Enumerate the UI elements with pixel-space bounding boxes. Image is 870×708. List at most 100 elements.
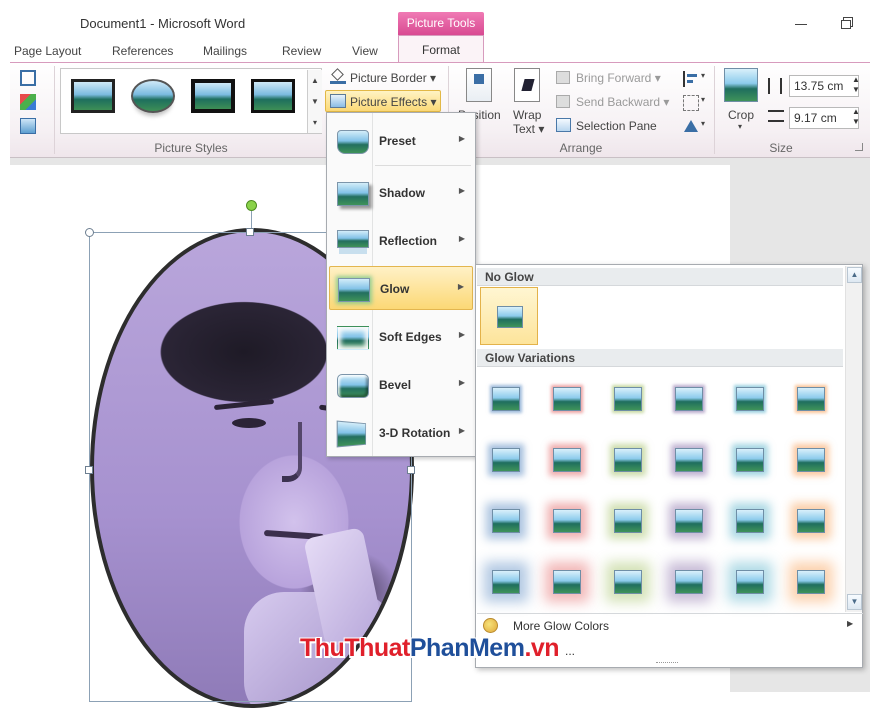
wrap-text-icon[interactable] bbox=[514, 68, 540, 102]
tab-review[interactable]: Review bbox=[282, 44, 321, 58]
glow-variation-option[interactable] bbox=[781, 552, 841, 612]
size-dialog-launcher-icon[interactable] bbox=[855, 143, 863, 151]
glow-variation-option[interactable] bbox=[598, 552, 658, 612]
width-spinner[interactable]: ▲ ▼ bbox=[851, 107, 861, 129]
glow-variation-option[interactable] bbox=[659, 491, 719, 551]
scroll-up-button[interactable]: ▲ bbox=[847, 267, 862, 283]
menu-item-shadow[interactable]: Shadow ▶ bbox=[329, 171, 473, 215]
glow-variation-option[interactable] bbox=[476, 430, 536, 490]
rotate-dropdown[interactable]: ▾ bbox=[701, 119, 705, 128]
menu-item-soft-edges[interactable]: Soft Edges ▶ bbox=[329, 315, 473, 359]
send-backward-button[interactable]: Send Backward ▾ bbox=[576, 95, 669, 109]
wrap-text-button[interactable]: Wrap bbox=[513, 108, 541, 122]
glow-variation-option[interactable] bbox=[659, 552, 719, 612]
preset-icon bbox=[337, 130, 369, 154]
bevel-icon bbox=[337, 374, 369, 398]
restore-icon[interactable] bbox=[836, 12, 858, 34]
glow-variation-option[interactable] bbox=[537, 430, 597, 490]
glow-variation-option[interactable] bbox=[537, 369, 597, 429]
glow-variation-option[interactable] bbox=[720, 430, 780, 490]
scroll-down-button[interactable]: ▼ bbox=[847, 594, 862, 610]
menu-item-glow[interactable]: Glow ▶ bbox=[329, 266, 473, 310]
glow-variation-option[interactable] bbox=[476, 369, 536, 429]
rotation-handle[interactable] bbox=[246, 200, 257, 211]
glow-variation-option[interactable] bbox=[598, 491, 658, 551]
picture-thumb-icon bbox=[553, 570, 581, 594]
glow-variation-option[interactable] bbox=[476, 491, 536, 551]
picture-style-thumb[interactable] bbox=[190, 78, 236, 114]
group-objects-icon[interactable] bbox=[683, 95, 699, 111]
align-icon[interactable] bbox=[683, 71, 699, 87]
group-separator bbox=[54, 66, 55, 154]
glow-variation-option[interactable] bbox=[598, 430, 658, 490]
corrections-icon[interactable] bbox=[20, 94, 36, 110]
remove-background-icon[interactable] bbox=[20, 70, 36, 86]
tab-references[interactable]: References bbox=[112, 44, 173, 58]
glow-variation-option[interactable] bbox=[476, 552, 536, 612]
glow-variation-option[interactable] bbox=[781, 369, 841, 429]
glow-variation-option[interactable] bbox=[781, 491, 841, 551]
resize-handle-top-left[interactable] bbox=[85, 228, 94, 237]
resize-handle-right[interactable] bbox=[407, 466, 415, 474]
group-dropdown[interactable]: ▾ bbox=[701, 95, 705, 104]
picture-styles-gallery: ▲ ▼ ▾ bbox=[60, 68, 322, 134]
picture-thumb-icon bbox=[675, 387, 703, 411]
reflection-icon bbox=[337, 230, 369, 248]
picture-effects-menu: Preset ▶ Shadow ▶ Reflection ▶ Glow ▶ So… bbox=[326, 112, 476, 457]
change-picture-icon[interactable] bbox=[20, 118, 36, 134]
gallery-scroll-down-button[interactable]: ▼ bbox=[307, 91, 322, 112]
wrap-text-button-line2[interactable]: Text ▾ bbox=[513, 122, 544, 136]
picture-effects-button[interactable]: Picture Effects ▾ bbox=[325, 90, 441, 112]
glow-variation-option[interactable] bbox=[537, 491, 597, 551]
selection-pane-button[interactable]: Selection Pane bbox=[576, 119, 657, 133]
bring-forward-button[interactable]: Bring Forward ▾ bbox=[576, 71, 661, 85]
resize-handle-top[interactable] bbox=[246, 228, 254, 236]
rotate-icon[interactable] bbox=[683, 118, 699, 134]
soft-edges-icon bbox=[337, 326, 369, 350]
tab-view[interactable]: View bbox=[352, 44, 378, 58]
picture-effects-icon bbox=[330, 94, 346, 108]
glow-icon bbox=[338, 278, 370, 302]
menu-item-reflection[interactable]: Reflection ▶ bbox=[329, 219, 473, 263]
glow-variation-option[interactable] bbox=[720, 491, 780, 551]
glow-variation-option[interactable] bbox=[659, 369, 719, 429]
submenu-arrow-icon: ▶ bbox=[458, 426, 465, 435]
submenu-arrow-icon: ▶ bbox=[458, 186, 465, 195]
watermark-logo: ThuThuatPhanMem.vn bbox=[300, 634, 560, 662]
tab-page-layout[interactable]: Page Layout bbox=[14, 44, 81, 58]
crop-button[interactable]: Crop bbox=[728, 108, 754, 122]
glow-variation-option[interactable] bbox=[598, 369, 658, 429]
height-spinner[interactable]: ▲ ▼ bbox=[851, 75, 861, 97]
minimize-icon[interactable] bbox=[790, 12, 812, 34]
picture-thumb-icon bbox=[797, 509, 825, 533]
glow-variation-option[interactable] bbox=[659, 430, 719, 490]
no-glow-option[interactable] bbox=[480, 287, 538, 345]
tab-mailings[interactable]: Mailings bbox=[203, 44, 247, 58]
resize-grip[interactable] bbox=[656, 662, 678, 666]
menu-item-3d-rotation[interactable]: 3-D Rotation ▶ bbox=[329, 411, 473, 455]
tab-format[interactable]: Format bbox=[398, 35, 484, 63]
picture-style-thumb[interactable] bbox=[251, 79, 295, 113]
glow-variation-option[interactable] bbox=[720, 552, 780, 612]
gallery-scrollbar[interactable]: ▲ ▼ bbox=[845, 266, 862, 612]
glow-variation-option[interactable] bbox=[720, 369, 780, 429]
menu-item-bevel[interactable]: Bevel ▶ bbox=[329, 363, 473, 407]
gallery-scroll-up-button[interactable]: ▲ bbox=[307, 70, 322, 91]
glow-variation-option[interactable] bbox=[537, 552, 597, 612]
crop-icon[interactable] bbox=[724, 68, 758, 102]
menu-item-preset[interactable]: Preset ▶ bbox=[329, 119, 473, 163]
glow-variation-option[interactable] bbox=[781, 430, 841, 490]
crop-dropdown[interactable]: ▾ bbox=[738, 122, 742, 131]
gallery-more-button[interactable]: ▾ bbox=[307, 112, 322, 133]
align-dropdown[interactable]: ▾ bbox=[701, 71, 705, 80]
resize-handle-left[interactable] bbox=[85, 466, 93, 474]
picture-style-thumb[interactable] bbox=[131, 79, 175, 113]
picture-style-thumb[interactable] bbox=[71, 79, 115, 113]
picture-thumb-icon bbox=[553, 448, 581, 472]
picture-thumb-icon bbox=[492, 509, 520, 533]
shape-width-input[interactable]: 9.17 cm bbox=[789, 107, 859, 129]
submenu-arrow-icon: ▶ bbox=[458, 378, 465, 387]
position-icon[interactable] bbox=[466, 68, 492, 102]
picture-border-button[interactable]: Picture Border ▾ bbox=[350, 71, 436, 85]
shape-height-input[interactable]: 13.75 cm bbox=[789, 75, 859, 97]
